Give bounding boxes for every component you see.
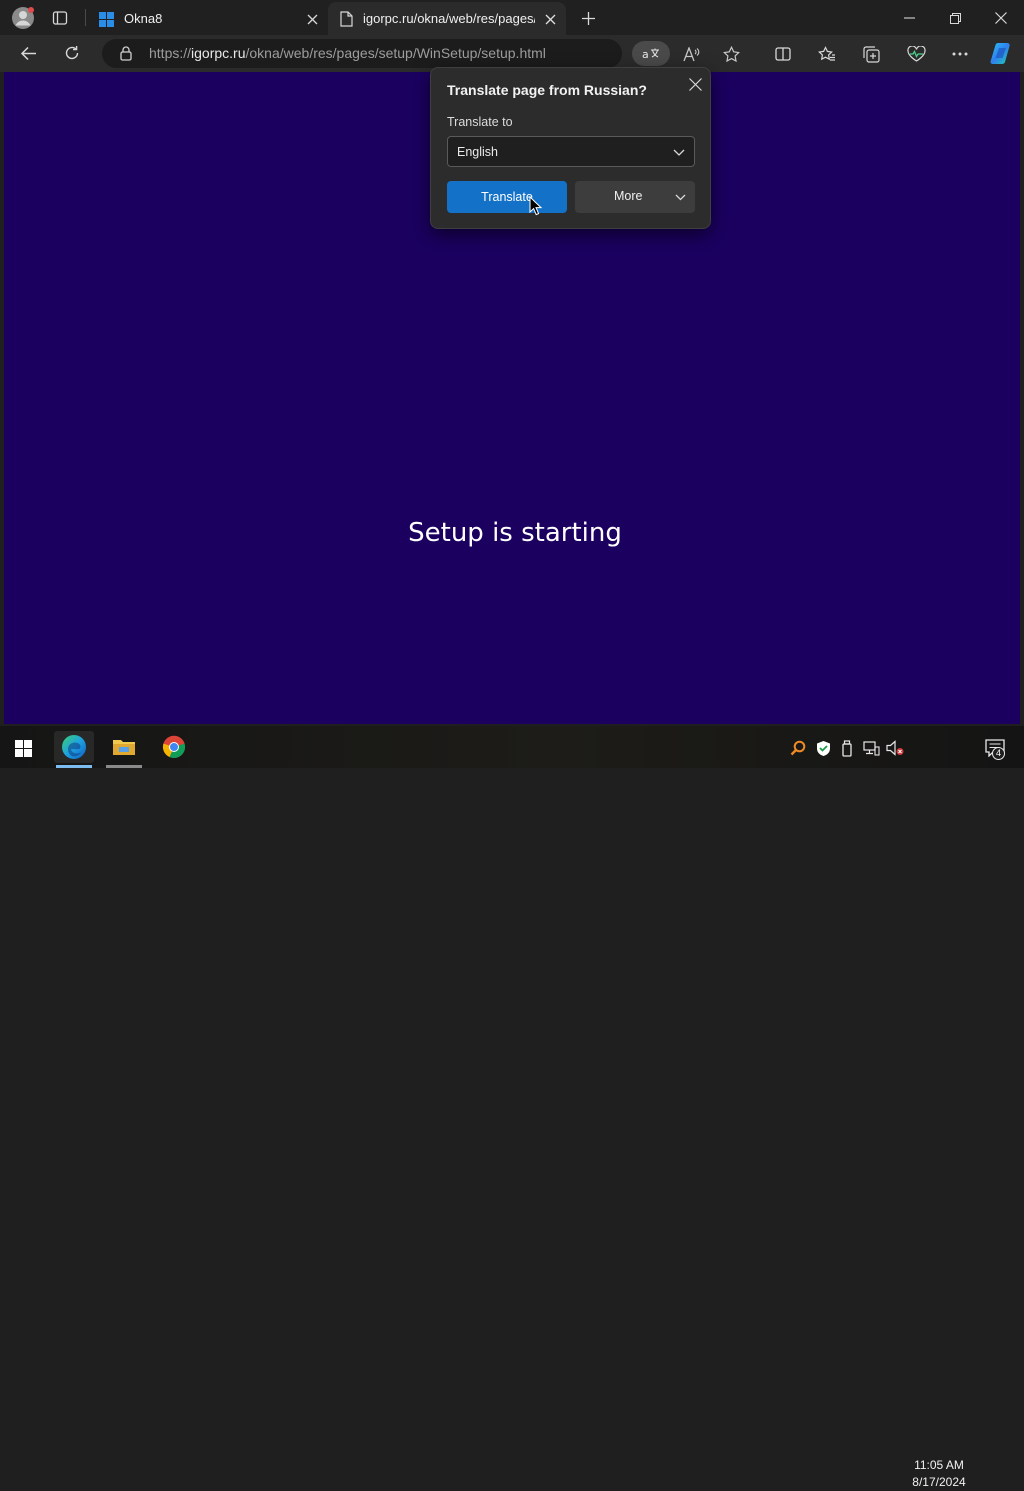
collections-icon[interactable]	[860, 43, 882, 65]
refresh-icon[interactable]	[60, 42, 84, 64]
mouse-cursor-icon	[528, 195, 542, 217]
more-options-icon[interactable]	[948, 43, 972, 65]
security-shield-icon[interactable]	[813, 738, 833, 758]
edge-taskbar-icon[interactable]	[54, 731, 94, 763]
favorite-star-icon[interactable]	[720, 43, 742, 65]
tab-actions-icon[interactable]	[50, 8, 70, 28]
windows-logo-icon	[98, 11, 114, 27]
url-text[interactable]: https://igorpc.ru/okna/web/res/pages/set…	[149, 45, 546, 61]
tab-label: Okna8	[124, 11, 163, 26]
tab-separator	[85, 9, 86, 26]
file-explorer-taskbar-icon[interactable]	[104, 731, 144, 763]
usb-device-icon[interactable]	[838, 738, 856, 758]
translate-popup-title: Translate page from Russian?	[447, 82, 647, 98]
clock-date: 8/17/2024	[912, 1475, 966, 1489]
tab-okna8[interactable]: Okna8	[88, 2, 326, 35]
language-select[interactable]: English	[447, 136, 695, 167]
tab-label: igorpc.ru/okna/web/res/pages/se	[363, 11, 535, 26]
back-icon[interactable]	[16, 42, 40, 64]
translate-popup: Translate page from Russian? Translate t…	[430, 67, 711, 229]
url-prefix: https://	[149, 45, 192, 61]
more-button-label: More	[614, 189, 643, 203]
clock-time: 11:05 AM	[914, 1458, 964, 1472]
split-screen-icon[interactable]	[772, 43, 794, 65]
close-tab-icon[interactable]	[542, 11, 558, 27]
tab-setup-page[interactable]: igorpc.ru/okna/web/res/pages/se	[328, 2, 566, 35]
notification-count-badge: 4	[992, 747, 1005, 760]
translate-button[interactable]: Translate	[447, 181, 567, 213]
close-tab-icon[interactable]	[304, 11, 320, 27]
url-host: igorpc.ru	[191, 45, 246, 61]
page-icon	[338, 10, 354, 27]
svg-text:a: a	[642, 48, 649, 61]
lock-icon[interactable]	[118, 45, 134, 62]
chevron-down-icon	[672, 146, 686, 158]
more-button[interactable]: More	[575, 181, 695, 213]
profile-avatar-icon[interactable]	[10, 5, 36, 31]
translate-icon[interactable]: a	[632, 41, 670, 66]
read-aloud-icon[interactable]	[680, 43, 702, 65]
favorites-icon[interactable]	[816, 43, 838, 65]
address-bar[interactable]: https://igorpc.ru/okna/web/res/pages/set…	[102, 39, 622, 68]
taskbar: 11:05 AM 8/17/2024 4	[0, 726, 1024, 1489]
search-tray-icon[interactable]	[788, 738, 808, 758]
selected-language: English	[457, 145, 498, 159]
close-window-icon[interactable]	[982, 7, 1020, 29]
chevron-down-icon	[673, 191, 687, 203]
copilot-icon[interactable]	[988, 40, 1016, 66]
network-icon[interactable]	[860, 738, 882, 758]
new-tab-icon[interactable]	[577, 7, 599, 29]
volume-muted-icon[interactable]	[884, 738, 906, 758]
translate-to-label: Translate to	[447, 115, 513, 129]
setup-status-text: Setup is starting	[408, 518, 622, 548]
url-path: /okna/web/res/pages/setup/WinSetup/setup…	[245, 45, 546, 61]
restore-icon[interactable]	[936, 7, 974, 29]
close-popup-icon[interactable]	[685, 74, 705, 94]
minimize-icon[interactable]	[890, 7, 928, 29]
clock[interactable]: 11:05 AM 8/17/2024	[906, 1457, 972, 1491]
title-bar: Okna8 igorpc.ru/okna/web/res/pages/se	[0, 0, 1024, 35]
start-button-icon[interactable]	[6, 734, 40, 762]
chrome-taskbar-icon[interactable]	[154, 731, 194, 763]
browser-essentials-icon[interactable]	[904, 43, 928, 65]
